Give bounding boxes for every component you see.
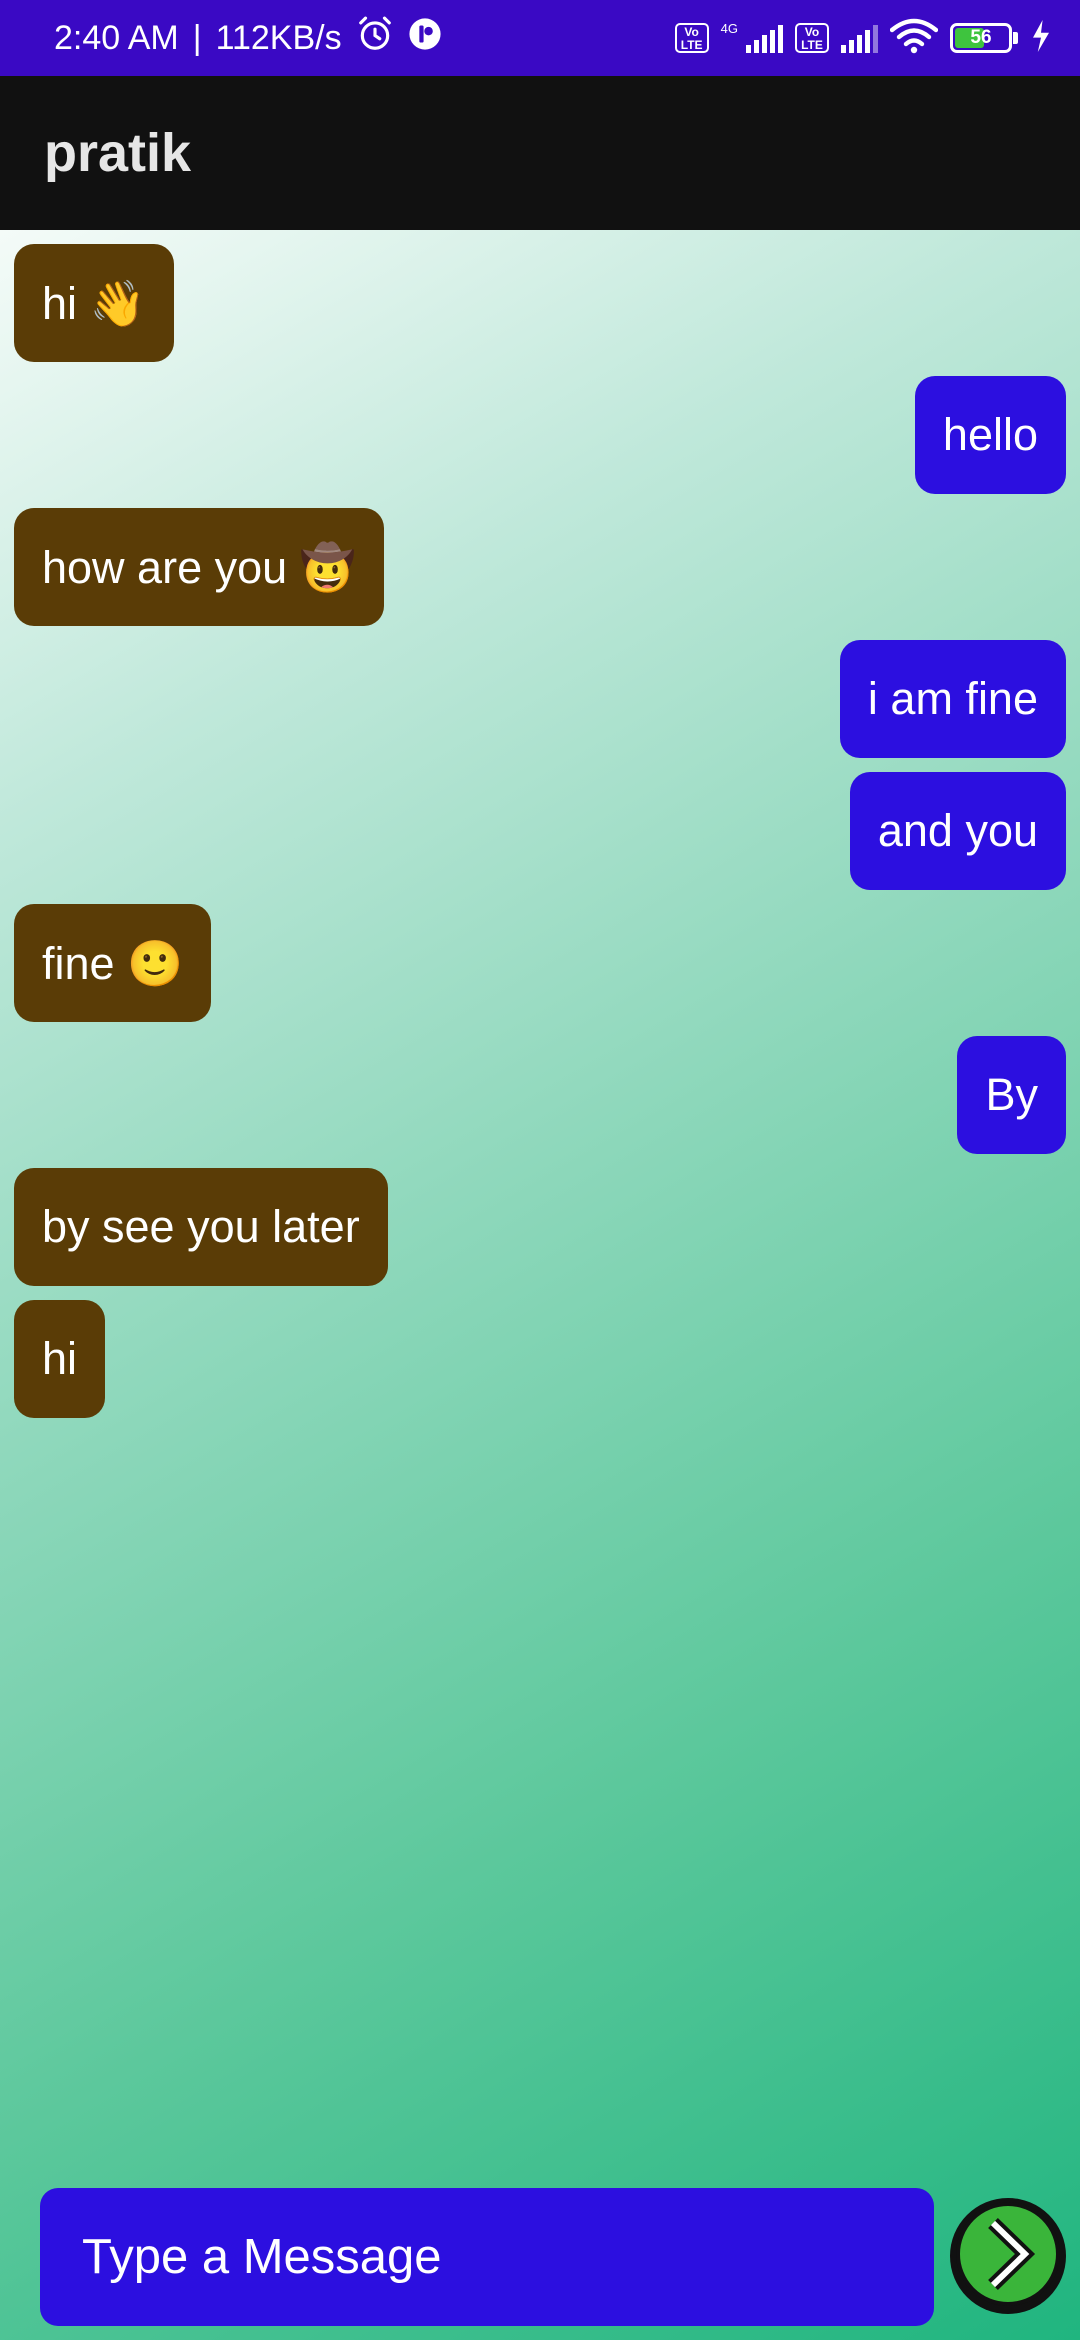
app-bar: pratik	[0, 76, 1080, 230]
message-bubble-incoming[interactable]: hi	[14, 1300, 106, 1418]
wifi-icon	[889, 18, 939, 59]
battery-percent: 56	[970, 27, 992, 48]
volte-icon: Vo LTE	[674, 23, 709, 53]
network-type: 4G	[720, 20, 738, 36]
signal-icon-2	[841, 23, 878, 53]
chat-title: pratik	[44, 123, 192, 183]
battery-nub	[1013, 32, 1018, 44]
status-bar: 2:40 AM | 112KB/s Vo LTE 4G Vo LTE 56	[0, 0, 1080, 76]
chevron-right-icon	[955, 2201, 1061, 2312]
message-bubble-incoming[interactable]: hi 👋	[14, 244, 174, 362]
message-input[interactable]: Type a Message	[40, 2188, 934, 2326]
app-notification-icon	[408, 17, 442, 60]
status-right: Vo LTE 4G Vo LTE 56	[674, 0, 1052, 76]
message-bubble-incoming[interactable]: by see you later	[14, 1168, 388, 1286]
separator: |	[192, 18, 202, 57]
message-bubble-outgoing[interactable]: and you	[849, 772, 1066, 890]
volte-icon-2: Vo LTE	[795, 23, 829, 53]
send-button[interactable]	[950, 2198, 1066, 2314]
message-bubble-incoming[interactable]: fine 🙂	[14, 904, 212, 1022]
battery-icon: 56	[950, 23, 1012, 53]
status-left: 2:40 AM | 112KB/s	[54, 0, 442, 76]
message-bubble-outgoing[interactable]: hello	[914, 376, 1066, 494]
message-bubble-outgoing[interactable]: By	[957, 1036, 1066, 1154]
chat-area[interactable]: hi 👋 hello how are you 🤠 i am fine and y…	[0, 230, 1080, 2340]
alarm-icon	[356, 15, 394, 62]
message-bubble-outgoing[interactable]: i am fine	[839, 640, 1066, 758]
signal-icon	[746, 23, 783, 53]
clock: 2:40 AM	[54, 18, 179, 57]
network-speed: 112KB/s	[215, 18, 342, 57]
message-input-placeholder: Type a Message	[82, 2230, 442, 2284]
message-bubble-incoming[interactable]: how are you 🤠	[14, 508, 384, 626]
charging-icon	[1030, 19, 1052, 57]
